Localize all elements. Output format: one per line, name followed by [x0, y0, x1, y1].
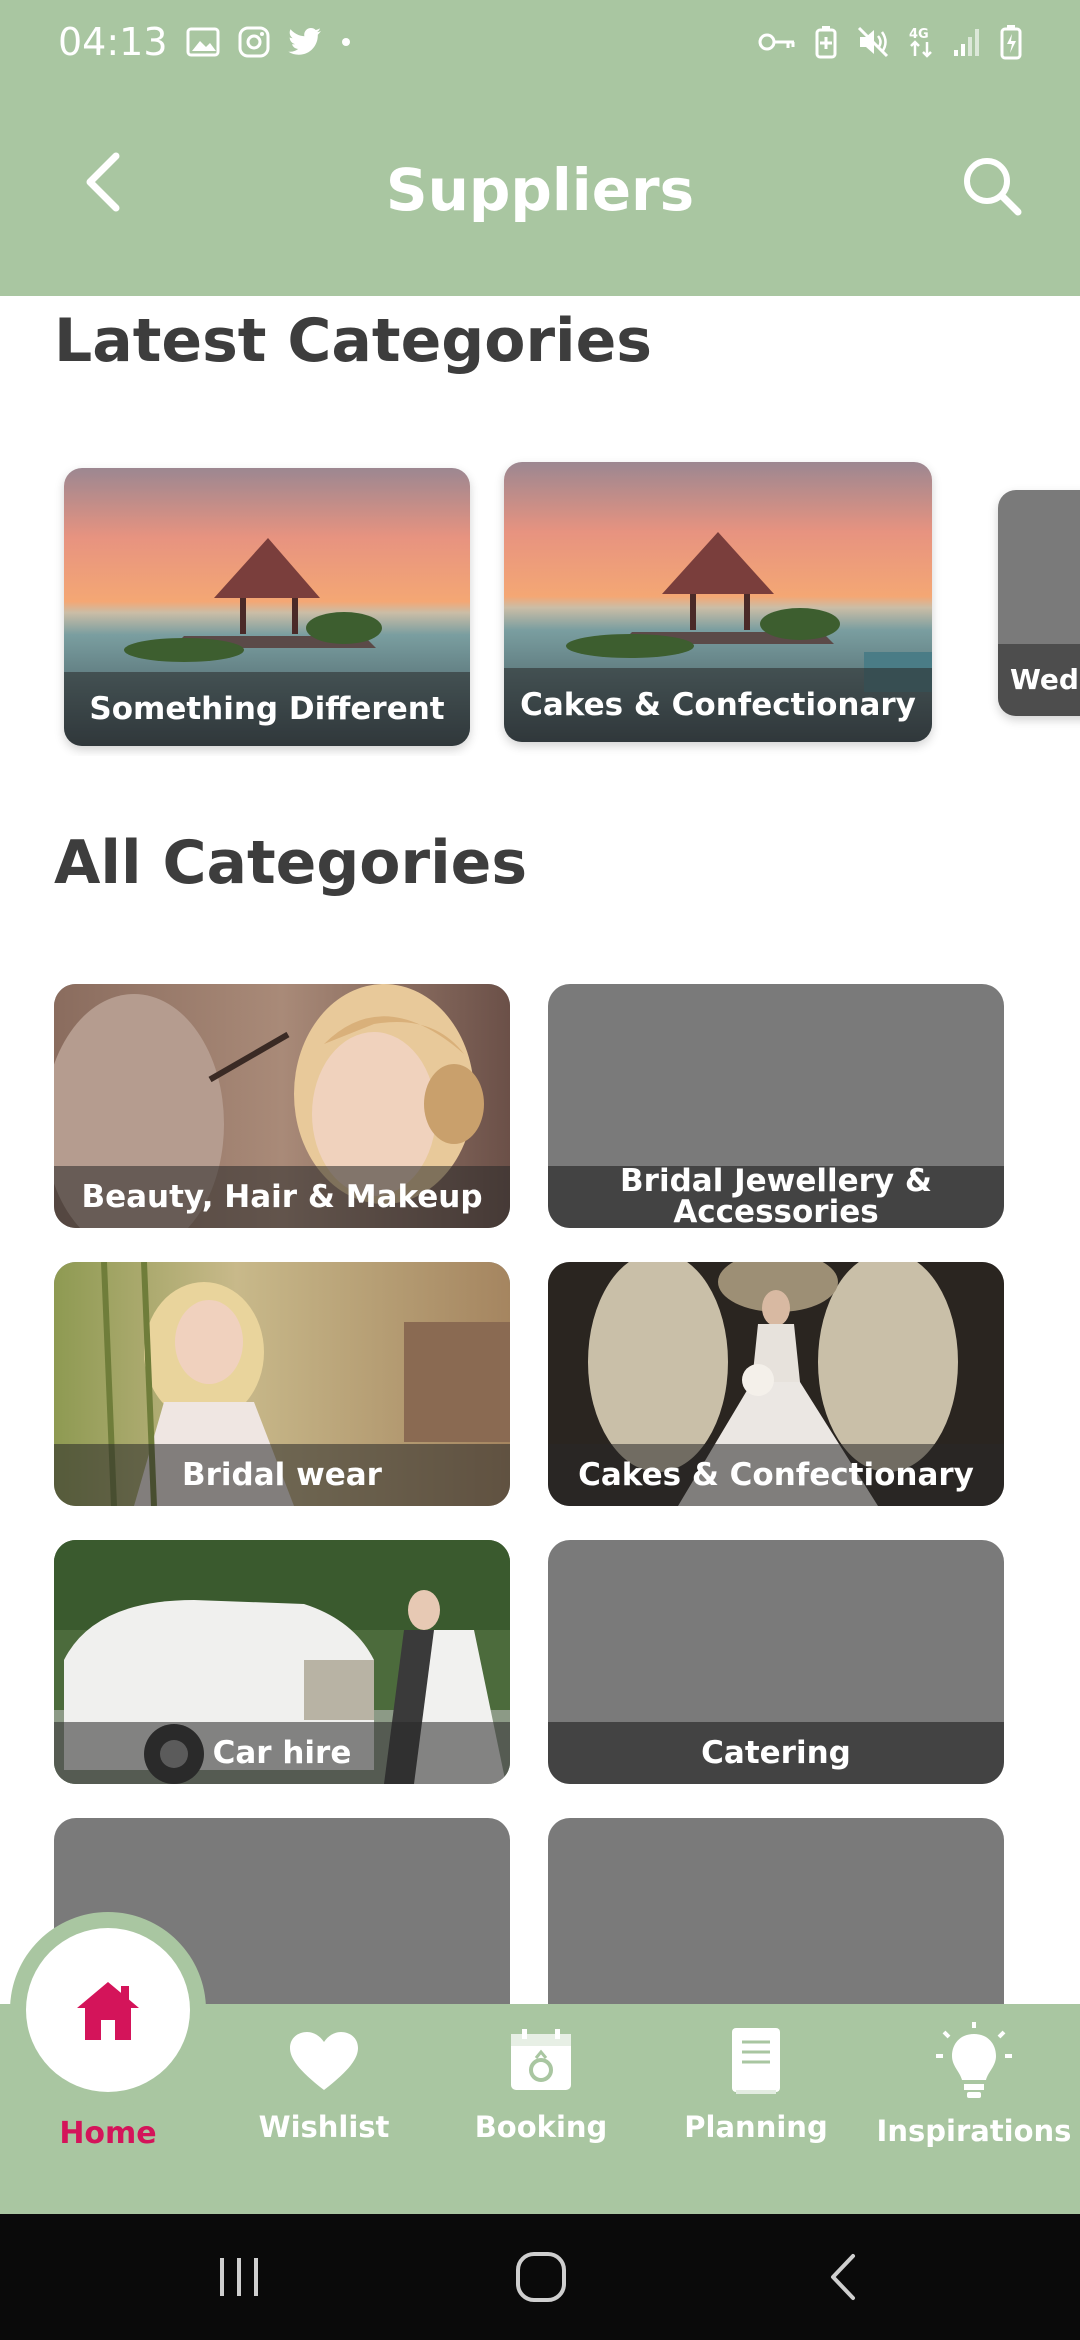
network-4g-icon: 4G	[908, 25, 934, 59]
card-label-band: Bridal Jewellery & Accessories	[548, 1166, 1004, 1228]
card-label-band: Something Different	[64, 672, 470, 746]
vpn-key-icon	[758, 31, 796, 53]
home-circle-icon	[516, 2252, 566, 2302]
chevron-left-icon	[86, 152, 120, 212]
calendar-ring-icon	[511, 2029, 571, 2090]
category-card-beauty[interactable]: Beauty, Hair & Makeup	[54, 984, 510, 1228]
category-card-cakes[interactable]: Cakes & Confectionary	[548, 1262, 1004, 1506]
home-icon	[77, 1982, 139, 2040]
svg-text:4G: 4G	[909, 27, 929, 42]
heart-icon	[290, 2032, 358, 2090]
home-system-button[interactable]	[506, 2244, 576, 2310]
nav-label: Booking	[474, 2110, 608, 2144]
nav-item-home[interactable]	[10, 1912, 206, 2108]
status-bar: 04:13 4G	[0, 0, 1080, 84]
battery-icon	[1000, 24, 1022, 60]
category-card-car-hire[interactable]: Car hire	[54, 1540, 510, 1784]
back-button[interactable]	[66, 146, 138, 218]
battery-saver-icon	[814, 25, 838, 59]
instagram-icon	[238, 26, 270, 58]
nav-item-wishlist[interactable]: Wishlist	[238, 2004, 410, 2214]
category-card-catering[interactable]: Catering	[548, 1540, 1004, 1784]
nav-item-planning[interactable]: Planning	[668, 2004, 844, 2214]
card-label: Cakes & Confectionary	[520, 686, 916, 723]
gallery-icon	[186, 27, 220, 57]
card-label: Catering	[701, 1734, 851, 1771]
home-icon-circle	[26, 1928, 190, 2092]
card-label: Car hire	[212, 1734, 352, 1771]
book-icon	[732, 2028, 780, 2094]
latest-categories-heading: Latest Categories	[54, 306, 653, 376]
signal-icon	[952, 26, 982, 58]
back-system-button[interactable]	[808, 2244, 878, 2310]
nav-item-booking[interactable]: Booking	[456, 2004, 626, 2214]
nav-label: Inspirations	[876, 2114, 1072, 2148]
card-label-band: Bridal wear	[54, 1444, 510, 1506]
latest-card[interactable]: Something Different	[64, 468, 470, 746]
card-label-band: Cakes & Confectionary	[504, 668, 932, 742]
card-label-band: Wed	[998, 644, 1080, 716]
all-categories-heading: All Categories	[54, 828, 528, 898]
nav-label-home[interactable]: Home	[0, 2116, 216, 2151]
latest-card[interactable]: Cakes & Confectionary	[504, 462, 932, 742]
twitter-icon	[287, 28, 322, 56]
card-label-band: Beauty, Hair & Makeup	[54, 1166, 510, 1228]
card-label: Bridal Jewellery & Accessories	[620, 1163, 932, 1228]
app-bar: Suppliers	[0, 84, 1080, 296]
page-title: Suppliers	[385, 156, 695, 224]
search-button[interactable]	[952, 146, 1032, 226]
card-label: Wed	[1010, 663, 1079, 696]
status-time: 04:13	[58, 20, 168, 64]
card-label-band: Car hire	[54, 1722, 510, 1784]
nav-label: Planning	[684, 2110, 828, 2144]
card-label-band: Cakes & Confectionary	[548, 1444, 1004, 1506]
nav-item-inspirations[interactable]: Inspirations	[876, 2004, 1072, 2214]
card-label: Beauty, Hair & Makeup	[81, 1178, 483, 1215]
card-label: Cakes & Confectionary	[578, 1456, 974, 1493]
latest-card[interactable]: Wed	[998, 490, 1080, 716]
card-label: Something Different	[89, 690, 445, 727]
card-label-band: Catering	[548, 1722, 1004, 1784]
recents-icon	[220, 2258, 258, 2296]
nav-label: Wishlist	[258, 2110, 390, 2144]
lightbulb-icon	[936, 2022, 1012, 2098]
system-navigation-bar	[0, 2214, 1080, 2340]
card-label: Bridal wear	[182, 1456, 382, 1493]
category-card-bridal-wear[interactable]: Bridal wear	[54, 1262, 510, 1506]
mute-icon	[856, 25, 890, 59]
dot-icon	[340, 36, 352, 48]
latest-categories-carousel[interactable]: Something Different Cakes & Confectionar…	[0, 456, 1080, 756]
search-icon	[964, 158, 1022, 216]
recents-button[interactable]	[204, 2244, 274, 2310]
category-card-bridal-jewellery[interactable]: Bridal Jewellery & Accessories	[548, 984, 1004, 1228]
back-arrow-icon	[831, 2254, 855, 2300]
